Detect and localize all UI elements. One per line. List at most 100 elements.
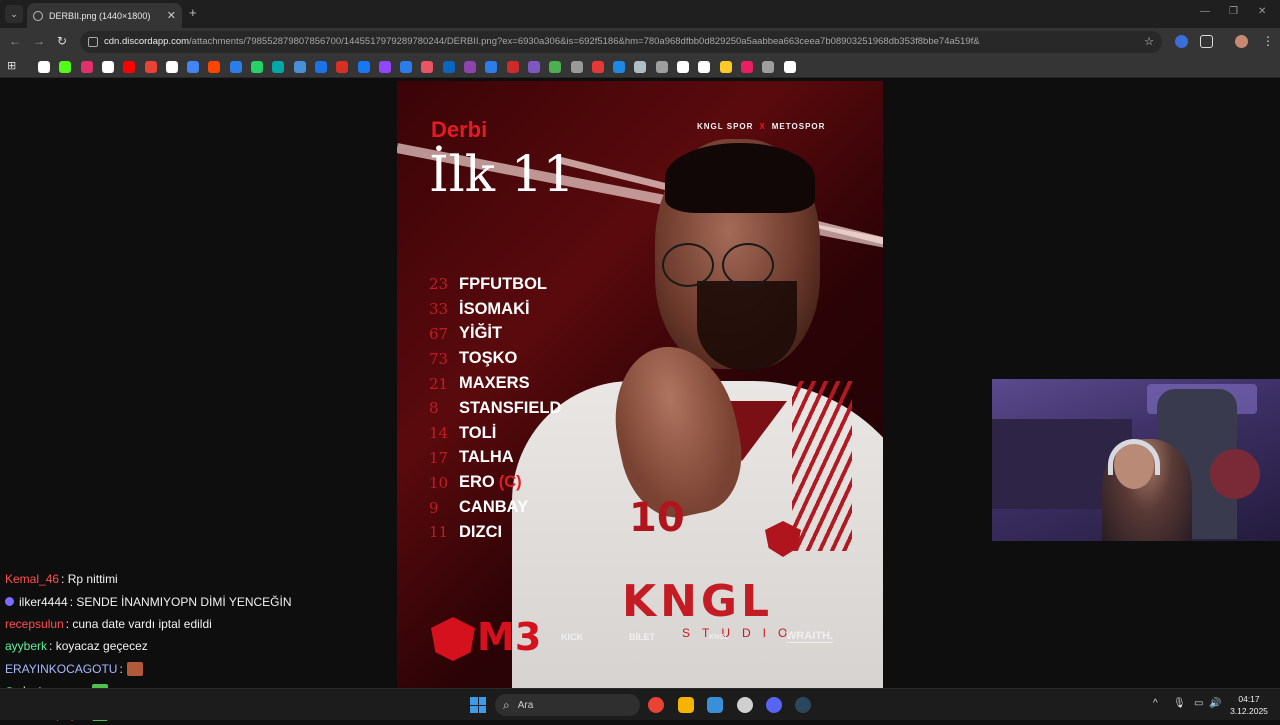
- bookmark-icon[interactable]: [485, 61, 498, 73]
- profile-avatar[interactable]: [1235, 35, 1248, 48]
- display-icon[interactable]: ▭: [1194, 698, 1203, 709]
- lineup-row: 10 ERO (C): [429, 470, 561, 495]
- player-number: 73: [429, 349, 449, 368]
- player-number: 11: [429, 523, 449, 542]
- bookmark-icon[interactable]: [421, 61, 434, 73]
- bookmark-icon[interactable]: [655, 61, 668, 73]
- steam-icon[interactable]: [795, 697, 811, 713]
- bookmark-icon[interactable]: [677, 61, 689, 73]
- minimize-button[interactable]: —: [1200, 6, 1210, 17]
- bookmark-icon[interactable]: [314, 61, 327, 73]
- player-name: MAXERS: [459, 374, 530, 393]
- player-name-text: TALHA: [459, 448, 514, 467]
- player-name: ERO (C): [459, 473, 522, 492]
- chat-message: Kemal_46: Rp nittimi: [5, 568, 305, 590]
- bookmark-icon[interactable]: [336, 61, 349, 73]
- player-name-text: ERO: [459, 473, 495, 492]
- bookmarks-bar: ⊞: [0, 56, 1280, 78]
- obs-icon[interactable]: [737, 697, 753, 713]
- bookmark-icon[interactable]: [464, 61, 476, 73]
- bookmark-icon[interactable]: [400, 61, 413, 73]
- plush-toy: [1210, 449, 1260, 499]
- tray-chevron-icon[interactable]: ^: [1153, 698, 1158, 709]
- jersey-number: 10: [629, 495, 685, 541]
- bookmark-icon[interactable]: [634, 61, 647, 73]
- bookmark-icon[interactable]: [293, 61, 306, 73]
- player-number: 9: [429, 498, 439, 517]
- photos-icon[interactable]: [707, 697, 723, 713]
- lineup-row: 23 FPFUTBOL: [429, 272, 561, 297]
- lineup-row: 14 TOLİ: [429, 421, 561, 446]
- kebab-menu-icon[interactable]: ⋮: [1262, 34, 1274, 48]
- chat-username: ilker4444: [19, 594, 68, 609]
- active-tab[interactable]: DERBII.png (1440×1800) ✕: [27, 3, 182, 28]
- extension-icon[interactable]: [1175, 35, 1188, 48]
- tab-search-button[interactable]: ⌄: [5, 5, 23, 23]
- discord-icon[interactable]: [766, 697, 782, 713]
- address-bar[interactable]: cdn.discordapp.com/attachments/798552879…: [80, 31, 1162, 53]
- glasses-lens: [722, 243, 774, 287]
- maximize-button[interactable]: ❐: [1229, 6, 1238, 17]
- bookmark-icon[interactable]: [123, 61, 136, 73]
- bookmark-icon[interactable]: [378, 61, 391, 73]
- chat-text: : koyacaz geçecez: [49, 639, 148, 654]
- apps-grid-icon[interactable]: ⊞: [7, 59, 19, 72]
- bookmark-icon[interactable]: [783, 61, 796, 73]
- bookmark-icon[interactable]: [442, 61, 455, 73]
- chat-text: : cuna date vardı iptal edildi: [65, 616, 212, 631]
- taskbar-search[interactable]: ⌕ Ara: [495, 694, 640, 716]
- bookmark-icon[interactable]: [357, 61, 370, 73]
- close-window-button[interactable]: ✕: [1258, 6, 1266, 17]
- bookmark-icon[interactable]: [613, 61, 626, 73]
- bookmark-icon[interactable]: [591, 61, 604, 73]
- microphone-icon[interactable]: 🎙: [1173, 698, 1186, 709]
- lineup-row: 17 TALHA: [429, 446, 561, 471]
- reload-button[interactable]: ↻: [57, 34, 67, 48]
- browser-toolbar: ← → ↻ cdn.discordapp.com/attachments/798…: [0, 28, 1280, 56]
- bookmark-icon[interactable]: [187, 61, 200, 73]
- bookmark-icon[interactable]: [165, 61, 178, 73]
- player-name: TOŞKO: [459, 349, 517, 368]
- player-name-text: CANBAY: [459, 498, 529, 517]
- extensions-puzzle-icon[interactable]: [1200, 35, 1213, 48]
- sponsor-logo: KICK: [561, 632, 583, 642]
- player-name: DIZCI: [459, 523, 502, 542]
- bookmark-icon[interactable]: [698, 61, 711, 73]
- url-path: /attachments/798552879807856700/14455179…: [189, 36, 980, 47]
- forward-button[interactable]: →: [33, 34, 45, 48]
- bookmark-icon[interactable]: [272, 61, 285, 73]
- bookmark-icon[interactable]: [59, 61, 72, 73]
- new-tab-button[interactable]: +: [189, 5, 197, 20]
- site-info-icon[interactable]: [88, 37, 98, 47]
- bookmark-icon[interactable]: [740, 61, 753, 73]
- bookmark-icon[interactable]: [527, 61, 540, 73]
- back-button[interactable]: ←: [9, 34, 21, 48]
- bookmark-icon[interactable]: [719, 61, 732, 73]
- player-name-text: YİĞİT: [459, 324, 503, 343]
- lineup-row: 67 YİĞİT: [429, 322, 561, 347]
- team-crest-icon: [431, 617, 475, 661]
- bookmark-icon[interactable]: [229, 61, 242, 73]
- bookmark-icon[interactable]: [549, 61, 562, 73]
- taskbar: ⌕ Ara ^ 🎙 ▭ 🔊 04:17 3.12.2025: [0, 688, 1280, 720]
- bookmark-icon[interactable]: [38, 61, 50, 73]
- bookmark-icon[interactable]: [101, 61, 114, 73]
- volume-icon[interactable]: 🔊: [1209, 698, 1221, 709]
- file-explorer-icon[interactable]: [678, 697, 694, 713]
- clock-time: 04:17: [1238, 694, 1260, 704]
- tab-close-icon[interactable]: ✕: [167, 9, 176, 22]
- player-number: 8: [429, 399, 439, 418]
- player-number: 14: [429, 424, 449, 443]
- bookmark-icon[interactable]: [144, 61, 157, 73]
- chrome-icon[interactable]: [648, 697, 664, 713]
- bookmark-icon[interactable]: [251, 61, 263, 73]
- system-clock[interactable]: 04:17 3.12.2025: [1224, 693, 1274, 717]
- bookmark-icon[interactable]: [570, 61, 583, 73]
- bookmark-star-icon[interactable]: ☆: [1144, 31, 1154, 53]
- bookmark-icon[interactable]: [80, 61, 93, 73]
- windows-start-icon[interactable]: [470, 697, 486, 713]
- bookmark-icon[interactable]: [506, 61, 519, 73]
- sponsor-logo: BİLET: [629, 632, 655, 642]
- bookmark-icon[interactable]: [762, 61, 775, 73]
- bookmark-icon[interactable]: [208, 61, 221, 73]
